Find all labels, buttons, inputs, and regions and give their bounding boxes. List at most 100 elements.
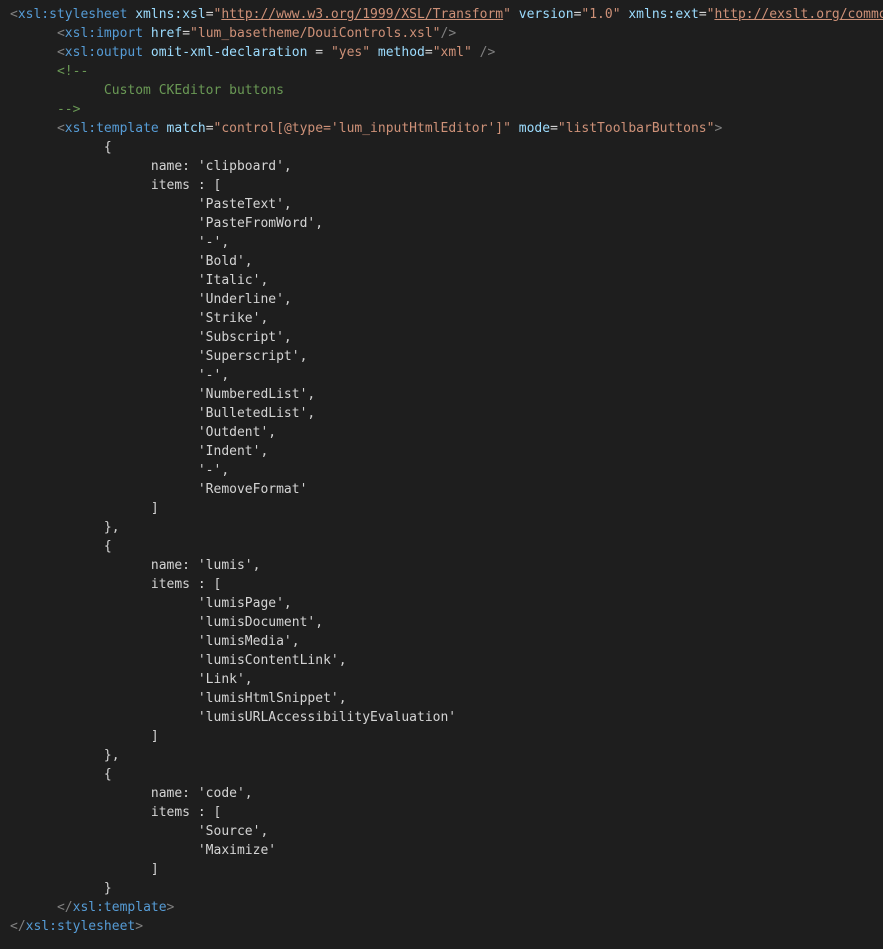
code-line[interactable]: 'Underline', [10, 290, 883, 309]
code-token-string: "1.0" [581, 7, 621, 22]
code-token-bracket: < [10, 7, 18, 22]
code-line[interactable]: 'RemoveFormat' [10, 480, 883, 499]
code-token-bracket: < [56, 26, 65, 41]
code-token-text: 'PasteFromWord', [10, 216, 324, 231]
code-token-string: "listToolbarButtons" [557, 121, 715, 136]
code-token-text: 'lumisPage', [10, 596, 292, 611]
code-line[interactable]: 'lumisContentLink', [10, 651, 883, 670]
code-line[interactable]: items : [ [10, 575, 883, 594]
code-line[interactable]: ] [10, 499, 883, 518]
code-token-text: { [10, 767, 112, 782]
code-token-text: 'lumisContentLink', [10, 653, 347, 668]
code-line[interactable]: '-', [10, 233, 883, 252]
code-line[interactable]: ] [10, 727, 883, 746]
code-token-text: 'Indent', [10, 444, 269, 459]
code-token-url: http://www.w3.org/1999/XSL/Transform [221, 7, 504, 22]
code-line[interactable]: <xsl:template match="control[@type='lum_… [10, 119, 883, 138]
code-token-attr: method [377, 45, 425, 60]
code-line[interactable]: name: 'lumis', [10, 556, 883, 575]
code-line[interactable]: 'Subscript', [10, 328, 883, 347]
code-line[interactable]: 'BulletedList', [10, 404, 883, 423]
code-line[interactable]: 'NumberedList', [10, 385, 883, 404]
code-line[interactable]: 'PasteFromWord', [10, 214, 883, 233]
code-line[interactable]: 'lumisMedia', [10, 632, 883, 651]
code-token-text: 'Outdent', [10, 425, 277, 440]
code-line[interactable]: 'Outdent', [10, 423, 883, 442]
code-token-string: "lum_basetheme/DouiControls.xsl" [190, 26, 441, 41]
code-editor[interactable]: <xsl:stylesheet xmlns:xsl="http://www.w3… [0, 0, 883, 949]
code-token-text: = [698, 7, 707, 22]
code-line[interactable]: 'Italic', [10, 271, 883, 290]
code-token-attr: version [518, 7, 574, 22]
code-line[interactable]: }, [10, 518, 883, 537]
code-token-text: 'lumisMedia', [10, 634, 300, 649]
code-line[interactable]: 'lumisPage', [10, 594, 883, 613]
code-token-text: = [550, 121, 558, 136]
code-line[interactable]: --> [10, 100, 883, 119]
code-token-text: }, [10, 520, 120, 535]
code-line[interactable]: 'Superscript', [10, 347, 883, 366]
code-token-comment: Custom CKEditor buttons [10, 83, 284, 98]
code-token-text: ] [10, 501, 159, 516]
code-token-attr: mode [518, 121, 551, 136]
code-token-text: 'Maximize' [10, 843, 277, 858]
code-line[interactable]: 'lumisHtmlSnippet', [10, 689, 883, 708]
code-line[interactable]: <!-- [10, 62, 883, 81]
code-token-text: 'Strike', [10, 311, 269, 326]
code-line[interactable]: items : [ [10, 803, 883, 822]
code-line[interactable]: }, [10, 746, 883, 765]
code-line[interactable]: </xsl:stylesheet> [10, 917, 883, 936]
code-line[interactable]: <xsl:import href="lum_basetheme/DouiCont… [10, 24, 883, 43]
code-token-text: { [10, 539, 112, 554]
code-line[interactable]: 'Source', [10, 822, 883, 841]
code-token-string: "xml" [432, 45, 472, 60]
code-token-comment: <!-- [56, 64, 89, 79]
code-token-url: http://exslt.org/common [714, 7, 883, 22]
code-line[interactable]: 'PasteText', [10, 195, 883, 214]
code-token-bracket: </ [10, 919, 26, 934]
code-line[interactable]: Custom CKEditor buttons [10, 81, 883, 100]
code-line[interactable]: { [10, 537, 883, 556]
code-line[interactable]: 'lumisURLAccessibilityEvaluation' [10, 708, 883, 727]
code-line[interactable]: '-', [10, 461, 883, 480]
code-line[interactable]: } [10, 879, 883, 898]
code-line[interactable]: ] [10, 860, 883, 879]
code-token-text: 'Subscript', [10, 330, 292, 345]
code-line[interactable]: { [10, 765, 883, 784]
code-token-text: name: 'code', [10, 786, 253, 801]
code-line[interactable]: name: 'code', [10, 784, 883, 803]
code-token-text: = [424, 45, 433, 60]
code-line[interactable]: 'Link', [10, 670, 883, 689]
code-line[interactable]: 'Strike', [10, 309, 883, 328]
code-area[interactable]: <xsl:stylesheet xmlns:xsl="http://www.w3… [10, 5, 883, 936]
code-token-text: name: 'lumis', [10, 558, 261, 573]
code-line[interactable]: 'Indent', [10, 442, 883, 461]
code-token-bracket: /> [479, 45, 496, 60]
code-line[interactable]: '-', [10, 366, 883, 385]
code-line[interactable]: name: 'clipboard', [10, 157, 883, 176]
code-line[interactable]: </xsl:template> [10, 898, 883, 917]
code-token-text: 'lumisDocument', [10, 615, 324, 630]
code-token-text: = [205, 7, 214, 22]
code-token-text: = [182, 26, 191, 41]
code-line[interactable]: <xsl:stylesheet xmlns:xsl="http://www.w3… [10, 5, 883, 24]
code-token-bracket: < [56, 121, 65, 136]
code-line[interactable]: items : [ [10, 176, 883, 195]
code-token-string: "yes" [330, 45, 371, 60]
code-line[interactable]: 'Maximize' [10, 841, 883, 860]
code-line[interactable]: { [10, 138, 883, 157]
code-token-text: 'Italic', [10, 273, 269, 288]
code-token-text: 'Link', [10, 672, 253, 687]
code-line[interactable]: <xsl:output omit-xml-declaration = "yes"… [10, 43, 883, 62]
code-token-tag: xsl:output [64, 45, 144, 60]
code-line[interactable]: 'lumisDocument', [10, 613, 883, 632]
code-token-text: 'NumberedList', [10, 387, 316, 402]
code-line[interactable]: 'Bold', [10, 252, 883, 271]
